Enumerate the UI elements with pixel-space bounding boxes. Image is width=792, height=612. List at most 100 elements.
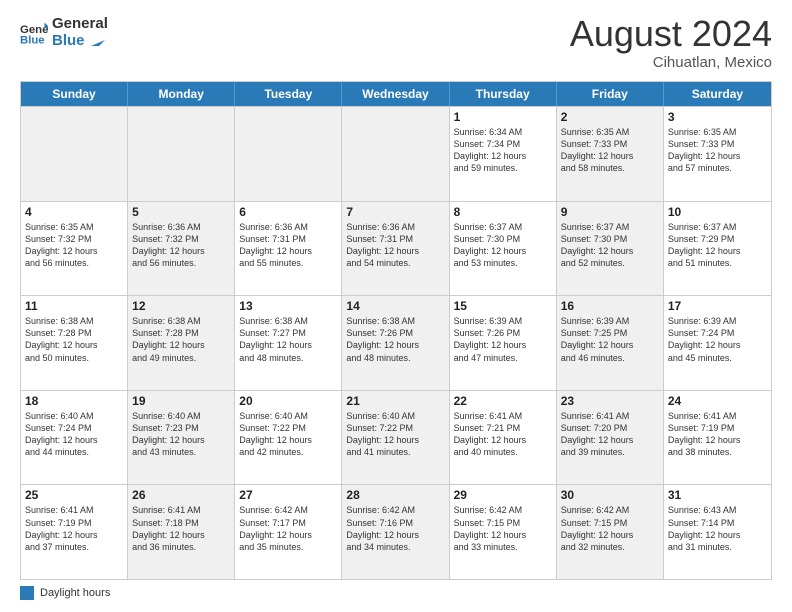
day-number: 8 (454, 205, 552, 219)
calendar-header-cell: Sunday (21, 82, 128, 106)
day-number: 14 (346, 299, 444, 313)
cell-info: Sunrise: 6:42 AM Sunset: 7:16 PM Dayligh… (346, 504, 444, 553)
calendar-cell: 7Sunrise: 6:36 AM Sunset: 7:31 PM Daylig… (342, 202, 449, 296)
calendar-cell (21, 107, 128, 201)
day-number: 23 (561, 394, 659, 408)
cell-info: Sunrise: 6:42 AM Sunset: 7:15 PM Dayligh… (454, 504, 552, 553)
calendar-cell: 3 Sunrise: 6:35 AM Sunset: 7:33 PM Daylig… (664, 107, 771, 201)
calendar-cell (235, 107, 342, 201)
calendar-header-cell: Saturday (664, 82, 771, 106)
header: General Blue General Blue August 2024 Ci… (20, 16, 772, 71)
logo-icon: General Blue (20, 19, 48, 47)
calendar-cell: 13 Sunrise: 6:38 AM Sunset: 7:27 PM Dayli… (235, 296, 342, 390)
calendar-cell: 11Sunrise: 6:38 AM Sunset: 7:28 PM Dayli… (21, 296, 128, 390)
calendar-cell: 31 Sunrise: 6:43 AM Sunset: 7:14 PM Dayli… (664, 485, 771, 579)
cell-info: Sunrise: 6:40 AM Sunset: 7:22 PM Dayligh… (239, 410, 337, 459)
day-number: 10 (668, 205, 767, 219)
calendar-cell: 17 Sunrise: 6:39 AM Sunset: 7:24 PM Dayli… (664, 296, 771, 390)
calendar-cell: 1 Sunrise: 6:34 AM Sunset: 7:34 PM Daylig… (450, 107, 557, 201)
calendar-row: 25 Sunrise: 6:41 AM Sunset: 7:19 PM Dayli… (21, 484, 771, 579)
cell-info: Sunrise: 6:36 AM Sunset: 7:32 PM Dayligh… (132, 221, 230, 270)
day-number: 3 (668, 110, 767, 124)
calendar-cell: 27Sunrise: 6:42 AM Sunset: 7:17 PM Dayli… (235, 485, 342, 579)
cell-info: Sunrise: 6:36 AM Sunset: 7:31 PM Dayligh… (239, 221, 337, 270)
cell-info: Sunrise: 6:34 AM Sunset: 7:34 PM Dayligh… (454, 126, 552, 175)
calendar-cell: 9 Sunrise: 6:37 AM Sunset: 7:30 PM Daylig… (557, 202, 664, 296)
day-number: 29 (454, 488, 552, 502)
day-number: 24 (668, 394, 767, 408)
cell-info: Sunrise: 6:41 AM Sunset: 7:19 PM Dayligh… (25, 504, 123, 553)
day-number: 19 (132, 394, 230, 408)
day-number: 22 (454, 394, 552, 408)
cell-info: Sunrise: 6:35 AM Sunset: 7:32 PM Dayligh… (25, 221, 123, 270)
cell-info: Sunrise: 6:39 AM Sunset: 7:25 PM Dayligh… (561, 315, 659, 364)
cell-info: Sunrise: 6:41 AM Sunset: 7:20 PM Dayligh… (561, 410, 659, 459)
calendar-header-cell: Thursday (450, 82, 557, 106)
calendar-row: 1 Sunrise: 6:34 AM Sunset: 7:34 PM Daylig… (21, 106, 771, 201)
calendar-cell: 18 Sunrise: 6:40 AM Sunset: 7:24 PM Dayli… (21, 391, 128, 485)
day-number: 1 (454, 110, 552, 124)
calendar-cell: 28 Sunrise: 6:42 AM Sunset: 7:16 PM Dayli… (342, 485, 449, 579)
cell-info: Sunrise: 6:37 AM Sunset: 7:29 PM Dayligh… (668, 221, 767, 270)
day-number: 25 (25, 488, 123, 502)
calendar-cell: 12 Sunrise: 6:38 AM Sunset: 7:28 PM Dayli… (128, 296, 235, 390)
calendar-cell: 23 Sunrise: 6:41 AM Sunset: 7:20 PM Dayli… (557, 391, 664, 485)
cell-info: Sunrise: 6:37 AM Sunset: 7:30 PM Dayligh… (561, 221, 659, 270)
logo-arrow (89, 34, 107, 48)
day-number: 4 (25, 205, 123, 219)
calendar-cell (128, 107, 235, 201)
calendar-cell: 10 Sunrise: 6:37 AM Sunset: 7:29 PM Dayli… (664, 202, 771, 296)
day-number: 31 (668, 488, 767, 502)
cell-info: Sunrise: 6:41 AM Sunset: 7:18 PM Dayligh… (132, 504, 230, 553)
day-number: 6 (239, 205, 337, 219)
calendar-cell: 29 Sunrise: 6:42 AM Sunset: 7:15 PM Dayli… (450, 485, 557, 579)
day-number: 15 (454, 299, 552, 313)
calendar-cell: 30 Sunrise: 6:42 AM Sunset: 7:15 PM Dayli… (557, 485, 664, 579)
calendar-cell: 24Sunrise: 6:41 AM Sunset: 7:19 PM Dayli… (664, 391, 771, 485)
calendar-row: 18 Sunrise: 6:40 AM Sunset: 7:24 PM Dayli… (21, 390, 771, 485)
day-number: 9 (561, 205, 659, 219)
calendar-header-cell: Tuesday (235, 82, 342, 106)
cell-info: Sunrise: 6:35 AM Sunset: 7:33 PM Dayligh… (668, 126, 767, 175)
day-number: 17 (668, 299, 767, 313)
cell-info: Sunrise: 6:39 AM Sunset: 7:24 PM Dayligh… (668, 315, 767, 364)
day-number: 2 (561, 110, 659, 124)
day-number: 21 (346, 394, 444, 408)
page: General Blue General Blue August 2024 Ci… (0, 0, 792, 612)
day-number: 13 (239, 299, 337, 313)
day-number: 28 (346, 488, 444, 502)
cell-info: Sunrise: 6:38 AM Sunset: 7:28 PM Dayligh… (132, 315, 230, 364)
calendar-header-row: SundayMondayTuesdayWednesdayThursdayFrid… (21, 82, 771, 106)
calendar-header-cell: Friday (557, 82, 664, 106)
cell-info: Sunrise: 6:38 AM Sunset: 7:28 PM Dayligh… (25, 315, 123, 364)
calendar-header-cell: Wednesday (342, 82, 449, 106)
legend-color-box (20, 586, 34, 600)
calendar-row: 4 Sunrise: 6:35 AM Sunset: 7:32 PM Daylig… (21, 201, 771, 296)
cell-info: Sunrise: 6:39 AM Sunset: 7:26 PM Dayligh… (454, 315, 552, 364)
cell-info: Sunrise: 6:43 AM Sunset: 7:14 PM Dayligh… (668, 504, 767, 553)
calendar-cell: 4 Sunrise: 6:35 AM Sunset: 7:32 PM Daylig… (21, 202, 128, 296)
day-number: 12 (132, 299, 230, 313)
day-number: 26 (132, 488, 230, 502)
day-number: 7 (346, 205, 444, 219)
day-number: 30 (561, 488, 659, 502)
calendar-cell: 21Sunrise: 6:40 AM Sunset: 7:22 PM Dayli… (342, 391, 449, 485)
logo-blue: Blue (52, 33, 108, 50)
location-title: Cihuatlan, Mexico (570, 54, 772, 71)
day-number: 18 (25, 394, 123, 408)
cell-info: Sunrise: 6:38 AM Sunset: 7:27 PM Dayligh… (239, 315, 337, 364)
footer: Daylight hours (20, 586, 772, 600)
svg-text:Blue: Blue (20, 34, 45, 46)
calendar: SundayMondayTuesdayWednesdayThursdayFrid… (20, 81, 772, 580)
day-number: 16 (561, 299, 659, 313)
calendar-cell: 8 Sunrise: 6:37 AM Sunset: 7:30 PM Daylig… (450, 202, 557, 296)
cell-info: Sunrise: 6:37 AM Sunset: 7:30 PM Dayligh… (454, 221, 552, 270)
calendar-cell: 15 Sunrise: 6:39 AM Sunset: 7:26 PM Dayli… (450, 296, 557, 390)
calendar-row: 11Sunrise: 6:38 AM Sunset: 7:28 PM Dayli… (21, 295, 771, 390)
cell-info: Sunrise: 6:42 AM Sunset: 7:15 PM Dayligh… (561, 504, 659, 553)
cell-info: Sunrise: 6:41 AM Sunset: 7:21 PM Dayligh… (454, 410, 552, 459)
calendar-header-cell: Monday (128, 82, 235, 106)
calendar-cell: 22 Sunrise: 6:41 AM Sunset: 7:21 PM Dayli… (450, 391, 557, 485)
cell-info: Sunrise: 6:40 AM Sunset: 7:24 PM Dayligh… (25, 410, 123, 459)
calendar-cell: 2Sunrise: 6:35 AM Sunset: 7:33 PM Daylig… (557, 107, 664, 201)
